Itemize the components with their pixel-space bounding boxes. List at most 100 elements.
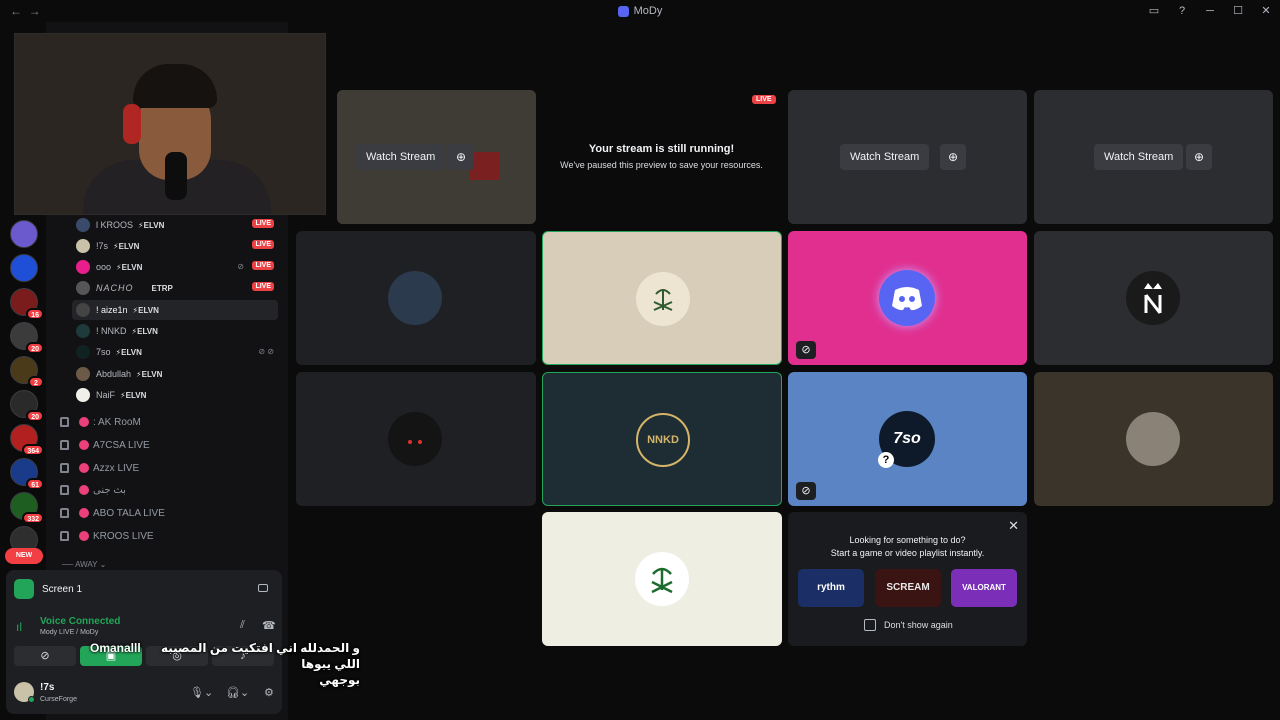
voice-member[interactable]: ooo ⚡ELVN ⊘ LIVE bbox=[72, 257, 278, 277]
server-icon[interactable] bbox=[10, 254, 38, 282]
watch-stream-button[interactable]: Watch Stream bbox=[1094, 144, 1184, 170]
help-icon[interactable]: ? bbox=[1168, 0, 1196, 22]
dont-show-label[interactable]: Don't show again bbox=[884, 620, 953, 630]
server-icon[interactable]: 16 bbox=[10, 288, 44, 320]
participant-avatar bbox=[388, 271, 442, 325]
new-badge: NEW bbox=[5, 548, 43, 564]
participant-tile[interactable]: NNKD bbox=[542, 372, 782, 506]
close-window-button[interactable]: ✕ bbox=[1252, 0, 1280, 22]
voice-member[interactable]: !7s ⚡ELVN LIVE bbox=[72, 236, 278, 256]
activity-valorant[interactable]: VALORANT bbox=[951, 569, 1017, 607]
live-badge: LIVE bbox=[252, 261, 274, 270]
paused-title: Your stream is still running! bbox=[588, 143, 735, 155]
inbox-icon[interactable]: ▭ bbox=[1140, 0, 1168, 22]
server-icon[interactable]: 20 bbox=[10, 390, 44, 422]
popout-icon[interactable] bbox=[258, 584, 268, 592]
member-name: NACHO bbox=[96, 283, 134, 293]
voice-channel[interactable]: Azzx LIVE bbox=[60, 458, 139, 478]
caption-line1: و الحمدلله اني افتكيت من المصيبه اللي يب… bbox=[160, 641, 360, 671]
crown-logo-icon bbox=[1144, 283, 1162, 314]
voice-channel[interactable]: ABO TALA LIVE bbox=[60, 503, 165, 523]
voice-member[interactable]: ! aize1n ⚡ELVN bbox=[72, 300, 278, 320]
channel-name: : AK RooM bbox=[93, 416, 141, 428]
mic-muted-icon: ⊘ bbox=[237, 262, 244, 271]
stream-tile[interactable]: Watch Stream ⊕ bbox=[1034, 90, 1273, 224]
app-icon bbox=[617, 5, 629, 17]
screen-share-row[interactable]: Screen 1 bbox=[14, 578, 274, 600]
server-icon[interactable]: 61 bbox=[10, 458, 44, 490]
voice-channel[interactable]: KROOS LIVE bbox=[60, 526, 154, 546]
away-category[interactable]: ── AWAY ⌄ bbox=[62, 560, 106, 569]
discord-logo-icon bbox=[892, 287, 922, 311]
participant-tile[interactable]: ⊘ bbox=[788, 231, 1027, 365]
server-icon[interactable]: 332 bbox=[10, 492, 44, 524]
watch-stream-button[interactable]: Watch Stream bbox=[840, 144, 930, 170]
live-badge: LIVE bbox=[252, 282, 274, 291]
voice-location[interactable]: Mody LIVE / MoDy bbox=[40, 629, 98, 636]
server-icon[interactable] bbox=[10, 220, 38, 248]
member-tag: ⚡ELVN bbox=[115, 347, 142, 357]
activity-scream[interactable]: SCREAM bbox=[875, 569, 941, 607]
activity-suggestion: ✕ Looking for something to do? Start a g… bbox=[788, 512, 1027, 646]
voice-member[interactable]: NACHO ETRP LIVE bbox=[72, 278, 278, 298]
participant-tile[interactable] bbox=[296, 372, 536, 506]
paused-stream-tile: Your stream is still running! We've paus… bbox=[541, 90, 782, 224]
participant-tile[interactable] bbox=[542, 231, 782, 365]
microphone-icon bbox=[165, 152, 187, 200]
mic-muted-icon: ⊘ bbox=[796, 341, 816, 359]
participant-avatar bbox=[636, 272, 690, 326]
voice-member[interactable]: ! NNKD ⚡ELVN bbox=[72, 321, 278, 341]
suggest-title: Looking for something to do? bbox=[849, 535, 966, 545]
maximize-button[interactable]: ☐ bbox=[1224, 0, 1252, 22]
channel-dot bbox=[79, 508, 89, 518]
server-icon[interactable]: 2 bbox=[10, 356, 44, 388]
lock-icon bbox=[60, 485, 69, 495]
minimize-button[interactable]: ─ bbox=[1196, 0, 1224, 22]
channel-dot bbox=[79, 485, 89, 495]
close-icon[interactable]: ✕ bbox=[1008, 518, 1019, 534]
member-avatar bbox=[76, 388, 90, 402]
user-status: CurseForge bbox=[40, 696, 77, 703]
voice-member[interactable]: Abdullah ⚡ELVN bbox=[72, 364, 278, 384]
user-name: !7s bbox=[40, 682, 55, 693]
popout-stream-icon[interactable]: ⊕ bbox=[1186, 144, 1212, 170]
popout-stream-icon[interactable]: ⊕ bbox=[448, 144, 474, 170]
headphones-icon bbox=[123, 104, 141, 144]
participant-tile[interactable] bbox=[1034, 372, 1273, 506]
member-tag: ⚡ELVN bbox=[136, 369, 163, 379]
popout-stream-icon[interactable]: ⊕ bbox=[940, 144, 966, 170]
online-status-icon bbox=[28, 696, 35, 703]
lock-icon bbox=[60, 440, 69, 450]
activity-rythm[interactable]: rythm bbox=[798, 569, 864, 607]
member-avatar bbox=[76, 367, 90, 381]
stream-tile[interactable]: Watch Stream ⊕ bbox=[337, 90, 536, 224]
nav-arrows[interactable]: ← → bbox=[10, 4, 41, 18]
participant-tile[interactable]: 7so ? ⊘ bbox=[788, 372, 1027, 506]
participant-tile[interactable] bbox=[296, 231, 536, 365]
noise-suppression-icon[interactable]: ⫽ bbox=[240, 619, 245, 632]
member-avatar bbox=[76, 345, 90, 359]
member-tag: ⚡ELVN bbox=[138, 220, 165, 230]
palm-emblem-icon bbox=[653, 289, 673, 311]
voice-member[interactable]: l KROOS ⚡ELVN LIVE bbox=[72, 215, 278, 235]
server-icon[interactable]: 20 bbox=[10, 322, 44, 354]
lock-icon bbox=[60, 417, 69, 427]
stream-tile[interactable]: Watch Stream ⊕ bbox=[788, 90, 1027, 224]
member-name: l KROOS bbox=[96, 220, 134, 230]
voice-channel[interactable]: : AK RooM bbox=[60, 412, 141, 432]
voice-status-label[interactable]: Voice Connected bbox=[40, 616, 120, 627]
channel-name: A7CSA LIVE bbox=[93, 439, 150, 451]
watch-stream-button[interactable]: Watch Stream bbox=[356, 144, 446, 170]
member-avatar bbox=[76, 218, 90, 232]
voice-channel[interactable]: بث جنى bbox=[60, 480, 126, 500]
voice-member[interactable]: 7so ⚡ELVN ⊘ ⊘ bbox=[72, 342, 278, 362]
disconnect-icon[interactable]: ☎ bbox=[262, 619, 276, 632]
member-name: ooo bbox=[96, 262, 112, 272]
camera-toggle-button[interactable]: ⊘ bbox=[14, 646, 76, 666]
voice-member[interactable]: NaiF ⚡ELVN bbox=[72, 385, 278, 405]
participant-tile[interactable] bbox=[542, 512, 782, 646]
participant-tile[interactable] bbox=[1034, 231, 1273, 365]
dont-show-checkbox[interactable] bbox=[864, 619, 876, 631]
server-icon[interactable]: 364 bbox=[10, 424, 44, 456]
voice-channel[interactable]: A7CSA LIVE bbox=[60, 435, 150, 455]
